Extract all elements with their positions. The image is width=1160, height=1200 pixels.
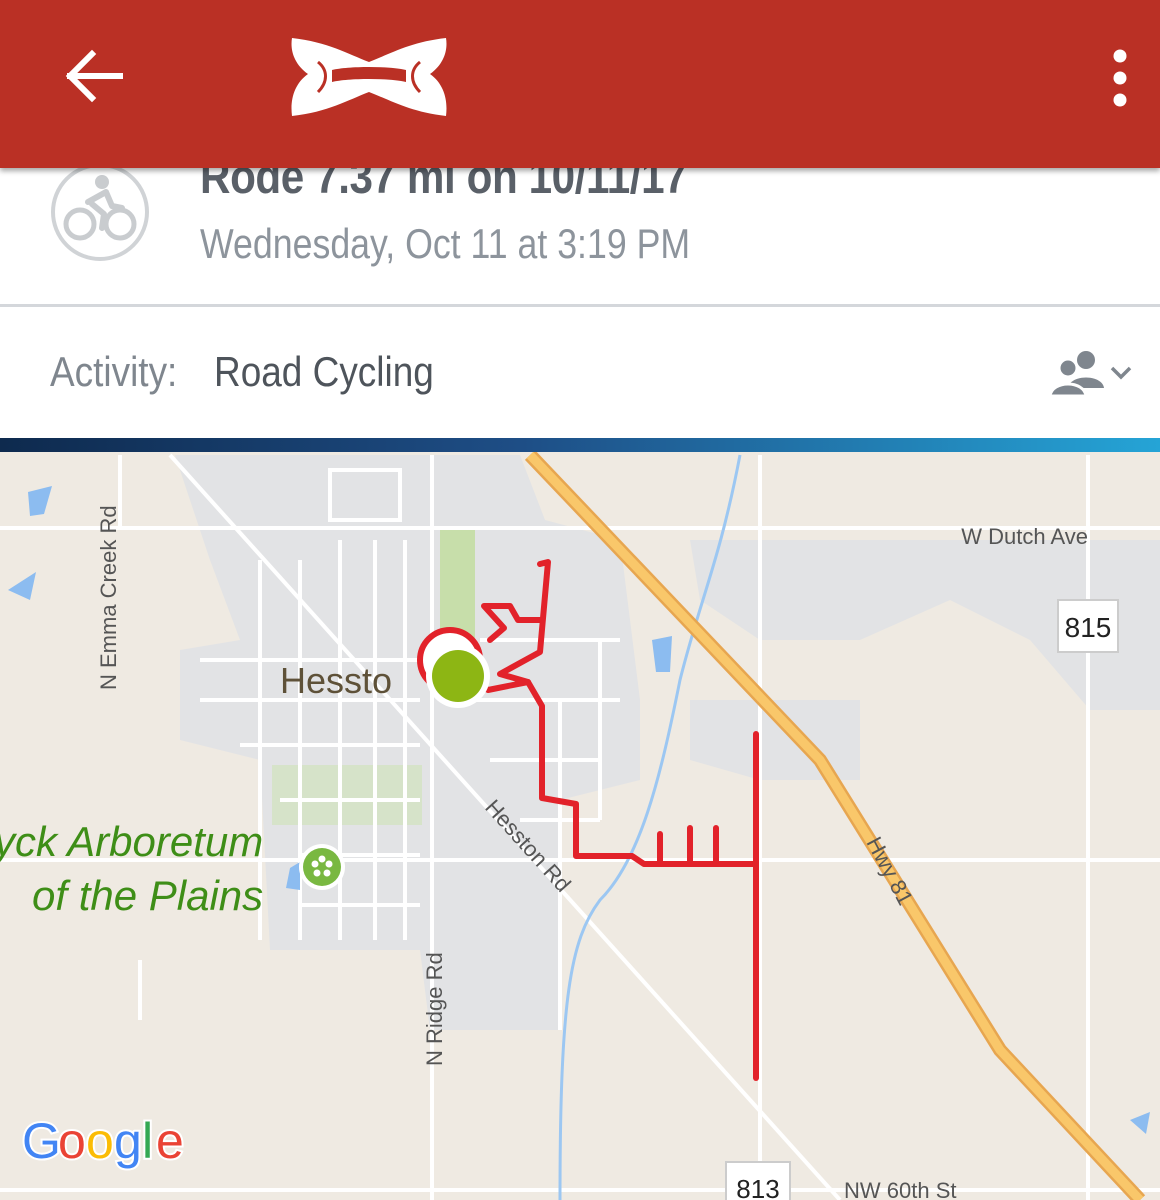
svg-text:g: g [114,1113,142,1169]
map-label-ridge-rd: N Ridge Rd [422,952,447,1066]
svg-text:o: o [58,1113,86,1169]
svg-text:l: l [142,1113,153,1169]
map-label-arboretum-1: yck Arboretum [0,818,263,865]
activity-avatar [50,162,150,262]
map-label-arboretum-2: of the Plains [32,872,263,919]
arboretum-poi-icon[interactable] [299,844,345,890]
map-label-dutch-ave: W Dutch Ave [961,524,1088,549]
back-button[interactable] [58,40,130,112]
map-label-town: Hessto [280,660,392,701]
friends-icon [1048,351,1132,398]
activity-type-value[interactable]: Road Cycling [214,348,434,396]
svg-text:e: e [156,1113,184,1169]
map-label-emma-creek: N Emma Creek Rd [96,505,121,690]
sync-progress-bar [0,438,1160,452]
route-815-label: 815 [1065,612,1112,643]
google-logo: G o o g l e [20,1111,186,1171]
route-map[interactable]: W Dutch Ave N Emma Creek Rd Hessto yck A… [0,452,1160,1200]
svg-text:G: G [22,1113,61,1169]
map-label-hwy81: Hwy 81 [862,833,919,910]
more-vert-icon [1113,49,1127,107]
route-813-label: 813 [736,1174,779,1200]
app-bar [0,0,1160,168]
activity-label: Activity: [50,348,178,395]
under-armour-logo [288,34,450,120]
arrow-left-icon [65,49,123,103]
workout-datetime: Wednesday, Oct 11 at 3:19 PM [200,220,691,267]
more-options-button[interactable] [1092,44,1148,112]
svg-text:o: o [86,1113,114,1169]
cyclist-icon [51,163,149,261]
chevron-down-icon [1110,366,1132,380]
map-label-nw60: NW 60th St [844,1178,956,1200]
privacy-selector[interactable] [1046,348,1138,400]
